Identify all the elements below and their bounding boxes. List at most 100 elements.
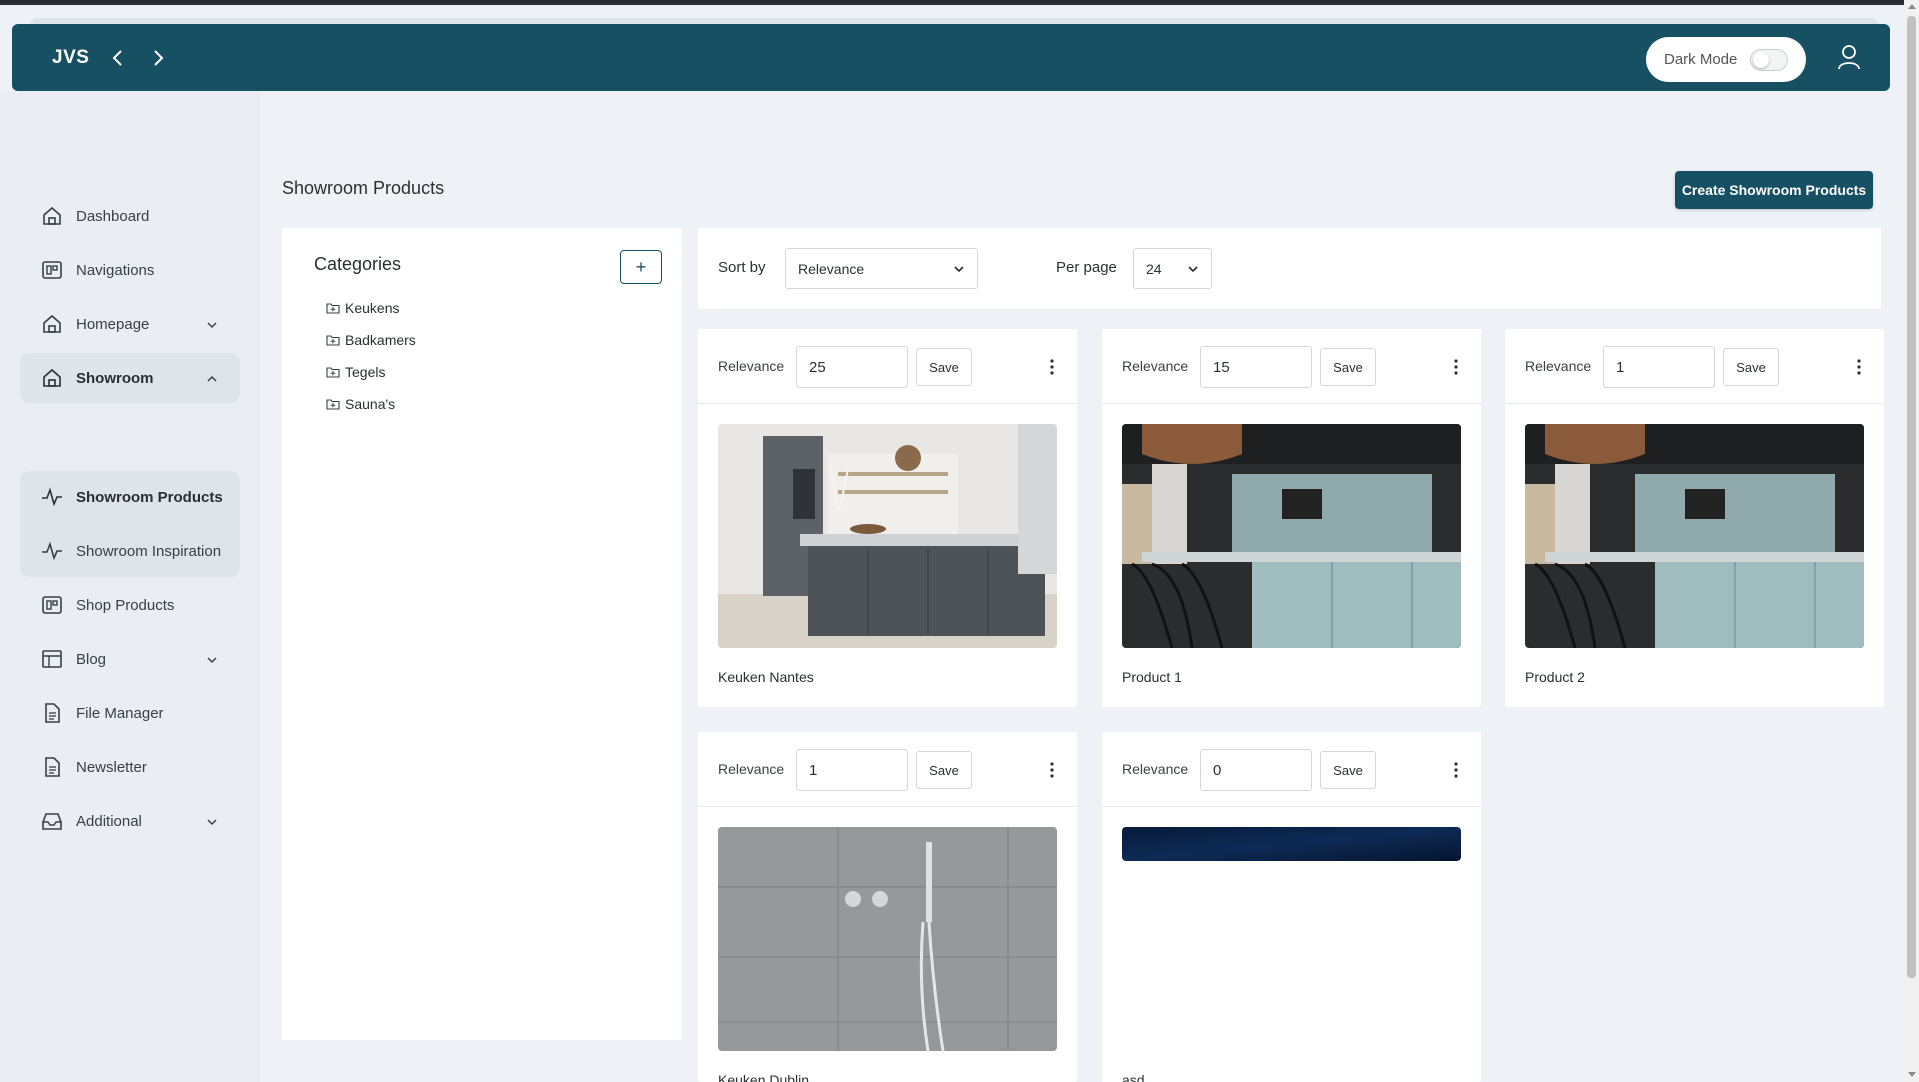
product-name: Keuken Dublin xyxy=(718,1072,810,1082)
card-header: Relevance Save xyxy=(1505,329,1884,404)
categories-panel: Categories + Keukens Badkamers Tegels Sa… xyxy=(282,228,682,1040)
chevron-down-icon xyxy=(206,815,218,827)
inbox-icon xyxy=(40,809,64,833)
relevance-label: Relevance xyxy=(718,358,785,374)
user-icon[interactable] xyxy=(1834,42,1864,72)
chevron-down-icon xyxy=(1188,266,1198,273)
relevance-input[interactable] xyxy=(1200,346,1312,388)
category-item[interactable]: Keukens xyxy=(326,298,399,318)
sidebar-item-dashboard[interactable]: Dashboard xyxy=(20,191,240,241)
folder-plus-icon xyxy=(326,335,340,346)
category-label: Keukens xyxy=(345,300,400,316)
chevron-right-icon[interactable] xyxy=(147,47,169,69)
sidebar-item-shop-products[interactable]: Shop Products xyxy=(20,580,240,630)
sidebar-item-label: Dashboard xyxy=(76,207,150,225)
relevance-label: Relevance xyxy=(1525,358,1592,374)
activity-icon xyxy=(40,539,64,563)
sort-toolbar: Sort by Relevance Per page 24 xyxy=(698,228,1881,309)
scroll-up-arrow-icon[interactable] xyxy=(1908,4,1916,9)
table-icon xyxy=(40,647,64,671)
more-vertical-icon[interactable] xyxy=(1856,358,1862,376)
sidebar-item-label: Showroom Products xyxy=(76,488,223,506)
category-item[interactable]: Badkamers xyxy=(326,330,416,350)
folder-plus-icon xyxy=(326,367,340,378)
file-icon xyxy=(40,755,64,779)
product-card: Relevance Save Keuken Dublin xyxy=(698,732,1077,1082)
more-vertical-icon[interactable] xyxy=(1049,358,1055,376)
per-page-label: Per page xyxy=(1056,259,1117,276)
brand-logo[interactable]: JVS xyxy=(52,47,89,69)
home-icon xyxy=(40,204,64,228)
sidebar-item-label: Showroom xyxy=(76,369,154,387)
relevance-input[interactable] xyxy=(1200,749,1312,791)
top-header: JVS Dark Mode xyxy=(12,24,1890,91)
category-label: Sauna's xyxy=(345,396,396,412)
product-name: Product 1 xyxy=(1122,669,1182,685)
chevron-down-icon xyxy=(206,318,218,330)
sidebar-item-newsletter[interactable]: Newsletter xyxy=(20,742,240,792)
sidebar-item-showroom-inspiration[interactable]: Showroom Inspiration xyxy=(20,526,240,576)
sidebar-item-label: File Manager xyxy=(76,704,164,722)
scrollbar-thumb[interactable] xyxy=(1907,16,1916,978)
relevance-input[interactable] xyxy=(796,749,908,791)
sort-label: Sort by xyxy=(718,259,766,276)
category-item[interactable]: Sauna's xyxy=(326,394,395,414)
scroll-down-arrow-icon[interactable] xyxy=(1908,1072,1916,1077)
sidebar-item-blog[interactable]: Blog xyxy=(20,634,240,684)
sidebar: Dashboard Navigations Homepage Showroom … xyxy=(0,91,260,1082)
sort-select[interactable]: Relevance xyxy=(785,248,978,289)
more-vertical-icon[interactable] xyxy=(1453,761,1459,779)
categories-title: Categories xyxy=(314,254,402,274)
sidebar-item-label: Shop Products xyxy=(76,596,175,614)
product-card: Relevance Save asd xyxy=(1102,732,1481,1082)
sidebar-item-label: Showroom Inspiration xyxy=(76,542,222,560)
product-image[interactable] xyxy=(718,424,1057,648)
sidebar-item-additional[interactable]: Additional xyxy=(20,796,240,846)
save-button[interactable]: Save xyxy=(1723,348,1779,386)
card-header: Relevance Save xyxy=(698,732,1077,807)
layout-icon xyxy=(40,258,64,282)
browser-top-edge xyxy=(0,0,1919,5)
save-button[interactable]: Save xyxy=(916,348,972,386)
sidebar-item-homepage[interactable]: Homepage xyxy=(20,299,240,349)
save-button[interactable]: Save xyxy=(916,751,972,789)
product-image[interactable] xyxy=(1122,827,1461,861)
sidebar-item-file-manager[interactable]: File Manager xyxy=(20,688,240,738)
card-header: Relevance Save xyxy=(698,329,1077,404)
sidebar-item-navigations[interactable]: Navigations xyxy=(20,245,240,295)
more-vertical-icon[interactable] xyxy=(1049,761,1055,779)
relevance-label: Relevance xyxy=(1122,761,1189,777)
file-icon xyxy=(40,701,64,725)
create-showroom-products-button[interactable]: Create Showroom Products xyxy=(1675,171,1873,209)
product-name: asd xyxy=(1122,1072,1145,1082)
product-card: Relevance Save Product 1 xyxy=(1102,329,1481,707)
sidebar-item-label: Newsletter xyxy=(76,758,147,776)
layout-icon xyxy=(40,593,64,617)
dark-mode-toggle[interactable] xyxy=(1750,49,1788,71)
save-button[interactable]: Save xyxy=(1320,348,1376,386)
home-icon xyxy=(40,366,64,390)
relevance-input[interactable] xyxy=(1603,346,1715,388)
page-title: Showroom Products xyxy=(282,178,445,198)
sidebar-item-label: Homepage xyxy=(76,315,150,333)
product-image[interactable] xyxy=(718,827,1057,1051)
per-page-select[interactable]: 24 xyxy=(1133,248,1212,289)
category-label: Tegels xyxy=(345,364,386,380)
sidebar-item-showroom-products[interactable]: Showroom Products xyxy=(20,472,240,522)
chevron-left-icon[interactable] xyxy=(107,47,129,69)
per-page-value: 24 xyxy=(1146,260,1162,277)
sort-value: Relevance xyxy=(798,260,865,277)
product-image[interactable] xyxy=(1525,424,1864,648)
chevron-up-icon xyxy=(206,372,218,384)
relevance-input[interactable] xyxy=(796,346,908,388)
more-vertical-icon[interactable] xyxy=(1453,358,1459,376)
product-image[interactable] xyxy=(1122,424,1461,648)
relevance-label: Relevance xyxy=(1122,358,1189,374)
category-item[interactable]: Tegels xyxy=(326,362,385,382)
home-icon xyxy=(40,312,64,336)
activity-icon xyxy=(40,485,64,509)
save-button[interactable]: Save xyxy=(1320,751,1376,789)
sidebar-item-showroom[interactable]: Showroom xyxy=(20,353,240,403)
folder-plus-icon xyxy=(326,303,340,314)
add-category-button[interactable]: + xyxy=(620,250,662,284)
